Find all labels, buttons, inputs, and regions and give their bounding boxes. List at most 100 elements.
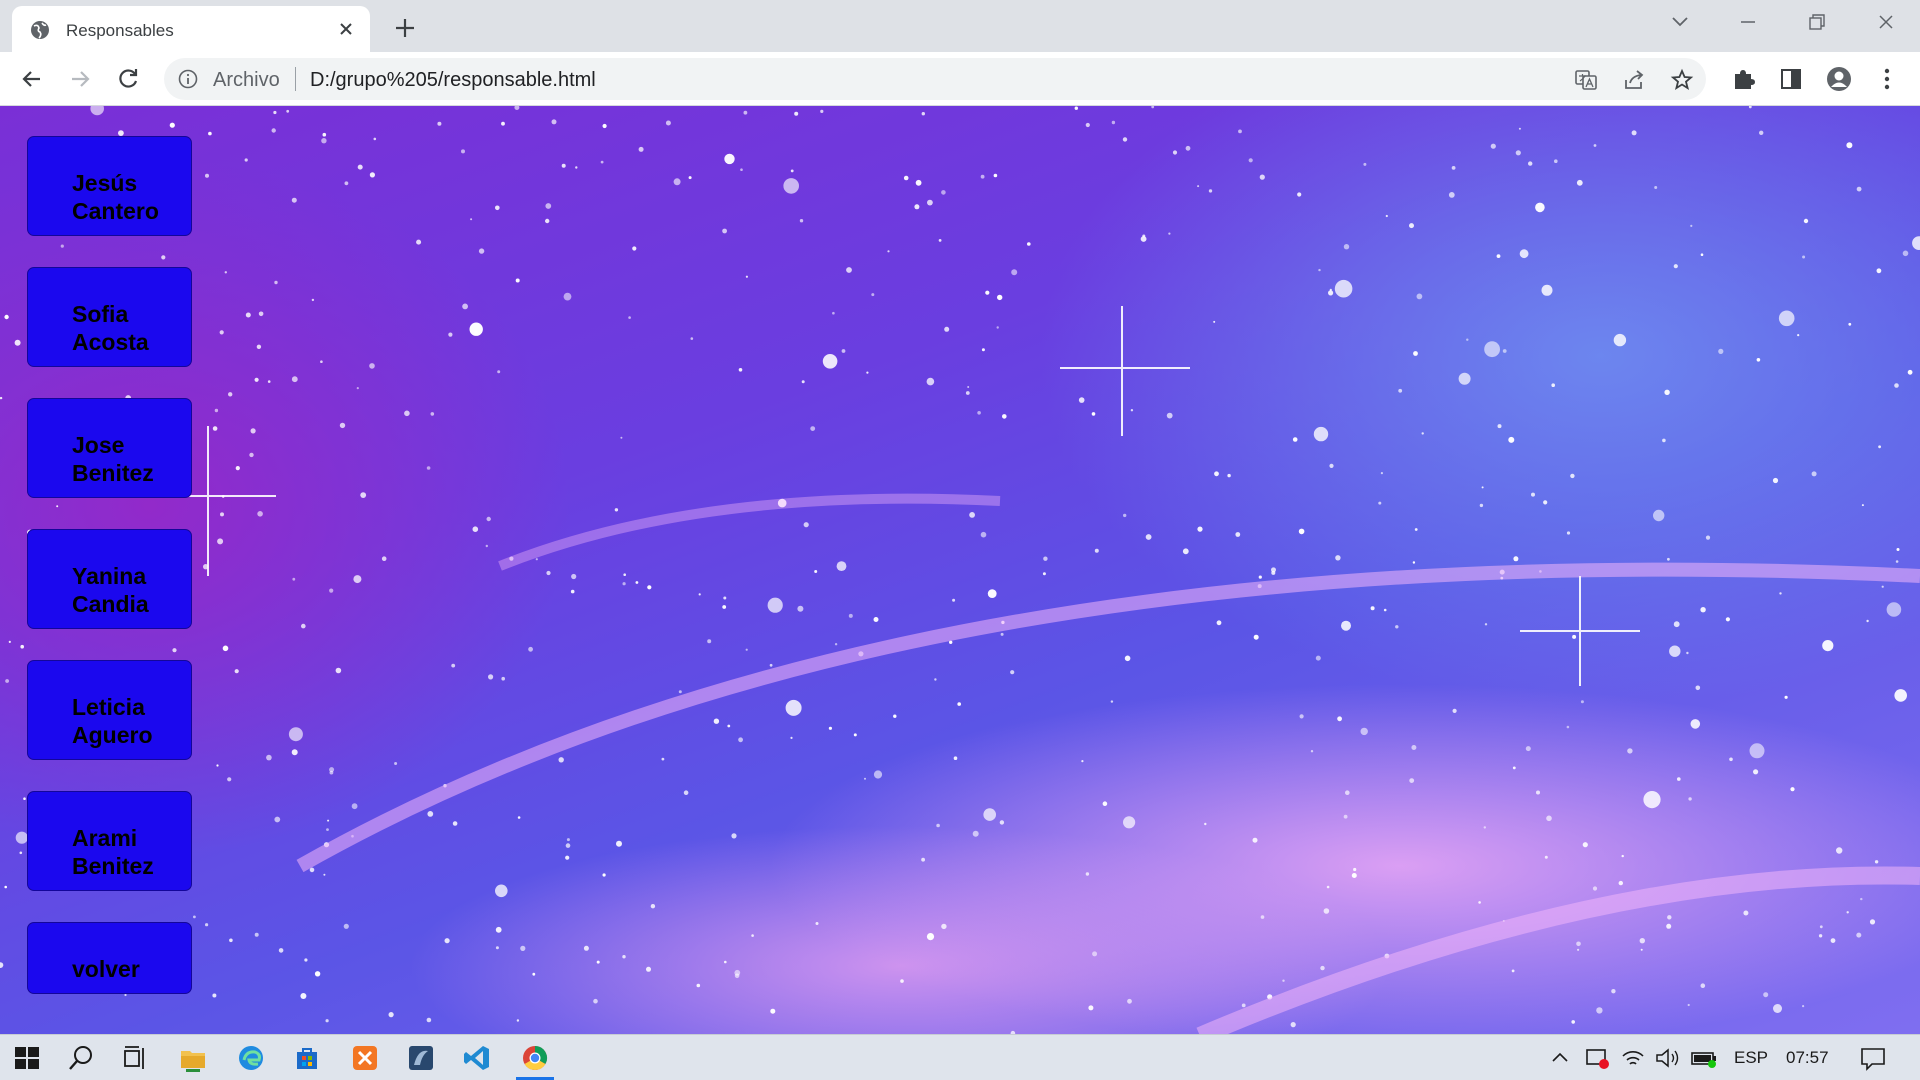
volume-icon[interactable] bbox=[1654, 1043, 1680, 1073]
star bbox=[1282, 979, 1285, 982]
star bbox=[19, 851, 23, 855]
star bbox=[1577, 948, 1580, 951]
forward-icon[interactable] bbox=[66, 65, 94, 93]
edge-icon[interactable] bbox=[236, 1043, 266, 1073]
star bbox=[1749, 743, 1765, 759]
star bbox=[212, 426, 218, 431]
network-icon[interactable] bbox=[1620, 1043, 1646, 1073]
chrome-icon[interactable] bbox=[520, 1043, 550, 1073]
star bbox=[953, 756, 958, 760]
star bbox=[770, 1008, 776, 1014]
back-icon[interactable] bbox=[18, 65, 46, 93]
button-jesus-cantero[interactable]: Jesús Cantero bbox=[27, 136, 192, 236]
page-viewport: Jesús Cantero Sofia Acosta Jose Benitez … bbox=[0, 106, 1920, 1034]
star bbox=[724, 153, 735, 165]
star bbox=[893, 714, 897, 718]
task-view-icon[interactable] bbox=[120, 1043, 150, 1073]
star bbox=[469, 322, 483, 336]
star bbox=[1846, 911, 1849, 914]
star bbox=[1290, 1022, 1296, 1028]
side-panel-icon[interactable] bbox=[1778, 66, 1804, 92]
star bbox=[300, 993, 307, 999]
share-icon[interactable] bbox=[1622, 68, 1646, 92]
new-tab-icon[interactable] bbox=[390, 13, 420, 43]
start-icon[interactable] bbox=[12, 1043, 42, 1073]
tab-responsables[interactable]: Responsables bbox=[12, 6, 370, 52]
button-arami-benitez[interactable]: Arami Benitez bbox=[27, 791, 192, 891]
vscode-icon[interactable] bbox=[462, 1043, 492, 1073]
search-icon[interactable] bbox=[66, 1043, 96, 1073]
star bbox=[1700, 607, 1706, 613]
tab-title: Responsables bbox=[66, 21, 174, 40]
star bbox=[381, 556, 387, 561]
star bbox=[921, 857, 925, 862]
star bbox=[220, 512, 224, 517]
star bbox=[1258, 575, 1262, 579]
battery-icon[interactable] bbox=[1690, 1043, 1718, 1073]
reload-icon[interactable] bbox=[114, 65, 142, 93]
language-indicator[interactable]: ESP bbox=[1734, 1048, 1768, 1068]
star bbox=[1345, 790, 1350, 795]
star bbox=[1664, 389, 1670, 395]
star bbox=[520, 945, 526, 952]
clock[interactable]: 07:57 bbox=[1786, 1048, 1829, 1068]
star bbox=[545, 203, 552, 209]
notifications-icon[interactable] bbox=[1858, 1043, 1888, 1073]
menu-kebab-icon[interactable] bbox=[1874, 66, 1900, 92]
star bbox=[602, 873, 606, 877]
star bbox=[1518, 127, 1521, 130]
star bbox=[1673, 264, 1678, 269]
star bbox=[1673, 621, 1680, 628]
star bbox=[965, 391, 970, 395]
close-tab-icon[interactable] bbox=[334, 17, 358, 41]
tab-search-icon[interactable] bbox=[1660, 8, 1700, 36]
button-leticia-aguero[interactable]: Leticia Aguero bbox=[27, 660, 192, 760]
star bbox=[646, 966, 651, 972]
star bbox=[1204, 822, 1207, 826]
star bbox=[1718, 348, 1724, 354]
profile-avatar-icon[interactable] bbox=[1826, 66, 1852, 92]
star bbox=[921, 112, 925, 116]
star bbox=[785, 699, 802, 716]
button-yanina-candia[interactable]: Yanina Candia bbox=[27, 529, 192, 629]
info-icon[interactable] bbox=[178, 69, 198, 89]
sql-icon[interactable] bbox=[406, 1043, 436, 1073]
star bbox=[1452, 708, 1457, 714]
restore-icon[interactable] bbox=[1796, 8, 1836, 36]
star bbox=[1878, 445, 1881, 449]
extensions-icon[interactable] bbox=[1730, 66, 1756, 92]
bookmark-star-icon[interactable] bbox=[1670, 68, 1694, 92]
star bbox=[1836, 847, 1843, 854]
star bbox=[1416, 293, 1423, 300]
translate-icon[interactable] bbox=[1574, 68, 1598, 92]
button-sofia-acosta[interactable]: Sofia Acosta bbox=[27, 267, 192, 367]
minimize-icon[interactable] bbox=[1728, 8, 1768, 36]
star bbox=[1797, 334, 1800, 337]
star bbox=[751, 934, 754, 937]
star bbox=[274, 280, 278, 285]
star bbox=[291, 197, 297, 203]
address-bar[interactable]: Archivo D:/grupo%205/responsable.html bbox=[164, 58, 1706, 100]
back-button[interactable]: volver bbox=[27, 922, 192, 994]
show-hidden-icons-icon[interactable] bbox=[1548, 1043, 1572, 1073]
button-jose-benitez[interactable]: Jose Benitez bbox=[27, 398, 192, 498]
star bbox=[1466, 338, 1469, 341]
star bbox=[1253, 634, 1259, 640]
xampp-icon[interactable] bbox=[350, 1043, 380, 1073]
url-text[interactable]: D:/grupo%205/responsable.html bbox=[310, 69, 596, 92]
star bbox=[1554, 159, 1558, 163]
store-icon[interactable] bbox=[292, 1043, 322, 1073]
star bbox=[1631, 130, 1637, 136]
star bbox=[1329, 288, 1332, 291]
close-window-icon[interactable] bbox=[1866, 8, 1906, 36]
star bbox=[1756, 358, 1761, 362]
star bbox=[461, 149, 465, 154]
star bbox=[273, 110, 277, 115]
star bbox=[545, 218, 550, 224]
space-background bbox=[0, 106, 1920, 1034]
star bbox=[1566, 725, 1570, 729]
star bbox=[4, 885, 7, 889]
security-alert-icon[interactable] bbox=[1584, 1043, 1610, 1073]
star bbox=[713, 718, 720, 724]
file-explorer-icon[interactable] bbox=[178, 1043, 208, 1073]
